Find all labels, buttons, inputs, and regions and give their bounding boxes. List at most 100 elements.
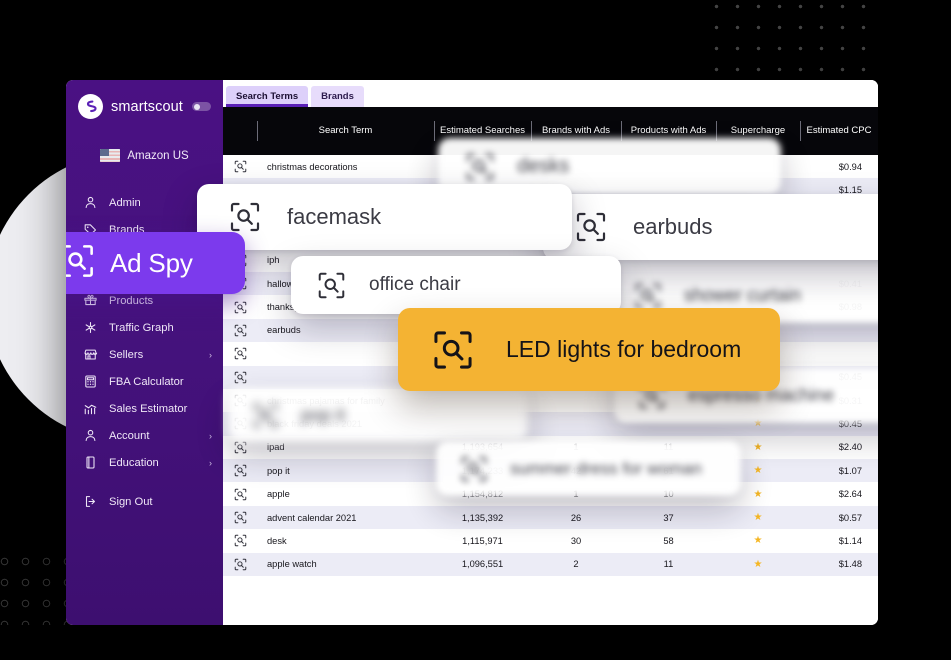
column-header-estimated-cpc[interactable]: Estimated CPC [800, 125, 878, 137]
smartscout-logo-icon [78, 94, 103, 119]
ad-spy-feature-badge[interactable]: Ad Spy [66, 232, 245, 294]
search-term-icon [432, 329, 474, 371]
floating-card-label: pop it [301, 404, 346, 425]
table-row[interactable]: advent calendar 2021 1,135,392 26 37 ★ $0.57 [223, 505, 878, 530]
cell-brands-with-ads: 30 [570, 535, 582, 546]
cell-products-with-ads: 11 [663, 559, 674, 570]
row-search-icon[interactable] [223, 488, 257, 501]
cell-estimated-cpc: $2.64 [838, 489, 862, 500]
search-term-icon [575, 211, 607, 243]
cell-estimated-searches: 1,115,971 [462, 535, 503, 546]
row-search-icon[interactable] [223, 441, 257, 454]
sidebar-item-label: Sales Estimator [109, 402, 188, 415]
cell-brands-with-ads: 2 [573, 559, 579, 570]
floating-card-facemask[interactable]: facemask [197, 184, 572, 250]
floating-card-pop-it[interactable]: pop it [228, 388, 528, 442]
floating-card-office-chair[interactable]: office chair [291, 256, 621, 314]
column-header-products-with-ads[interactable]: Products with Ads [621, 125, 716, 137]
sidebar-item-fba-calculator[interactable]: FBA Calculator [66, 368, 223, 395]
cell-estimated-cpc: $1.07 [838, 465, 862, 476]
row-search-icon[interactable] [223, 324, 257, 337]
floating-card-label: earbuds [633, 214, 713, 239]
sidebar-item-label: Admin [109, 196, 141, 209]
sidebar-item-sign-out[interactable]: Sign Out [66, 488, 223, 515]
sidebar-item-label: Sign Out [109, 495, 153, 508]
search-term-icon [252, 402, 279, 429]
floating-card-earbuds[interactable]: earbuds [543, 194, 918, 260]
cell-supercharge-star[interactable]: ★ [716, 512, 800, 523]
screenshot-root: smartscout Amazon US Admin Brands Produc… [0, 0, 951, 660]
user-icon [83, 428, 98, 443]
user-icon [83, 195, 98, 210]
collapse-toggle-icon[interactable] [192, 102, 211, 111]
search-term-icon [634, 282, 662, 310]
sidebar: smartscout Amazon US Admin Brands Produc… [66, 80, 223, 625]
row-search-icon[interactable] [223, 371, 257, 384]
table-row[interactable]: apple watch 1,096,551 2 11 ★ $1.48 [223, 552, 878, 577]
chevron-right-icon: › [209, 349, 212, 360]
floating-card-label: LED lights for bedroom [506, 336, 742, 362]
floating-card-label: facemask [287, 204, 382, 229]
search-term-icon [229, 201, 261, 233]
cell-supercharge-star[interactable]: ★ [716, 535, 800, 546]
table-row[interactable]: desk 1,115,971 30 58 ★ $1.14 [223, 529, 878, 553]
sidebar-item-label: Education [109, 456, 159, 469]
floating-card-label: summer dress for woman [510, 458, 702, 478]
search-term-icon [465, 152, 495, 182]
cell-products-with-ads: 37 [663, 512, 674, 523]
row-search-icon[interactable] [223, 347, 257, 360]
search-term-icon [460, 455, 488, 483]
sidebar-item-sellers[interactable]: Sellers › [66, 341, 223, 368]
cell-estimated-cpc: $0.94 [838, 161, 862, 172]
cell-estimated-cpc: $0.57 [838, 512, 862, 523]
sidebar-item-sales-estimator[interactable]: Sales Estimator [66, 395, 223, 422]
store-icon [83, 347, 98, 362]
cell-brands-with-ads: 26 [570, 512, 582, 523]
floating-card-label: shower curtain [684, 285, 802, 305]
cell-search-term: christmas decorations [267, 161, 358, 172]
marketplace-selector[interactable]: Amazon US [66, 149, 223, 162]
row-search-icon[interactable] [223, 160, 257, 173]
ad-spy-search-icon [66, 243, 95, 284]
sidebar-item-account[interactable]: Account › [66, 422, 223, 449]
column-header-brands-with-ads[interactable]: Brands with Ads [531, 125, 621, 137]
sidebar-item-education[interactable]: Education › [66, 449, 223, 476]
sidebar-item-label: Products [109, 294, 154, 307]
us-flag-icon [100, 149, 121, 162]
floating-card-led-lights[interactable]: LED lights for bedroom [398, 308, 780, 391]
sidebar-item-label: Traffic Graph [109, 321, 174, 334]
sidebar-item-traffic-graph[interactable]: Traffic Graph [66, 314, 223, 341]
brand-row: smartscout [66, 80, 223, 119]
column-header-estimated-searches[interactable]: Estimated Searches [434, 125, 531, 137]
book-icon [83, 455, 98, 470]
row-search-icon[interactable] [223, 301, 257, 314]
sidebar-item-label: FBA Calculator [109, 375, 184, 388]
tab-bar: Search Terms Brands [223, 80, 878, 107]
bar-chart-icon [83, 401, 98, 416]
search-term-icon [317, 271, 346, 300]
backdrop-right [878, 0, 951, 660]
sidebar-item-label: Account [109, 429, 150, 442]
cell-supercharge-star[interactable]: ★ [716, 559, 800, 570]
cell-search-term: pop it [267, 465, 290, 476]
floating-card-summer-dress[interactable]: summer dress for woman [436, 441, 741, 496]
cell-estimated-searches: 1,096,551 [461, 559, 504, 570]
ad-spy-label: Ad Spy [110, 247, 193, 278]
row-search-icon[interactable] [223, 464, 257, 477]
cell-estimated-cpc: $1.48 [838, 559, 862, 570]
column-header-search-term[interactable]: Search Term [257, 125, 434, 137]
tab-brands[interactable]: Brands [311, 86, 364, 107]
row-search-icon[interactable] [223, 511, 257, 524]
cell-search-term: desk [267, 535, 287, 546]
chevron-right-icon: › [209, 430, 212, 441]
row-search-icon[interactable] [223, 534, 257, 547]
brand-name: smartscout [111, 98, 183, 115]
cell-search-term: advent calendar 2021 [267, 512, 357, 523]
tab-search-terms[interactable]: Search Terms [226, 86, 309, 107]
row-search-icon[interactable] [223, 558, 257, 571]
sign-out-icon [83, 494, 98, 509]
column-header-supercharge[interactable]: Supercharge [716, 125, 800, 137]
cell-estimated-cpc: $2.40 [838, 442, 862, 453]
chevron-right-icon: › [209, 457, 212, 468]
floating-card-label: desks [517, 155, 570, 177]
